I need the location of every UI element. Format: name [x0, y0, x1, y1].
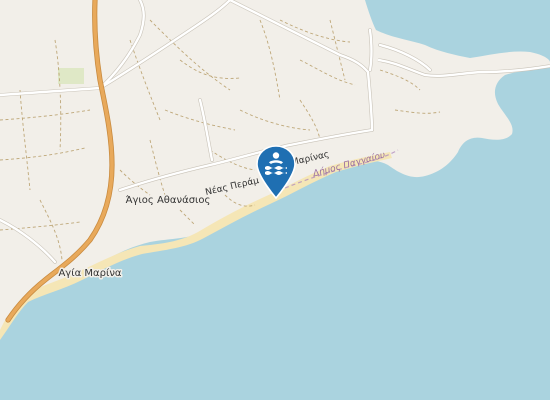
- label-agios-athanasios: Άγιος Αθανάσιος: [126, 194, 211, 206]
- beach-location-marker[interactable]: [254, 144, 298, 200]
- map-view[interactable]: Άγιος Αθανάσιος Άγιος Αθανάσιος Αγία Μαρ…: [0, 0, 550, 400]
- label-agia-marina: Αγία Μαρίνα: [58, 267, 121, 279]
- map-canvas[interactable]: Άγιος Αθανάσιος Άγιος Αθανάσιος Αγία Μαρ…: [0, 0, 550, 400]
- park-patch: [58, 68, 84, 84]
